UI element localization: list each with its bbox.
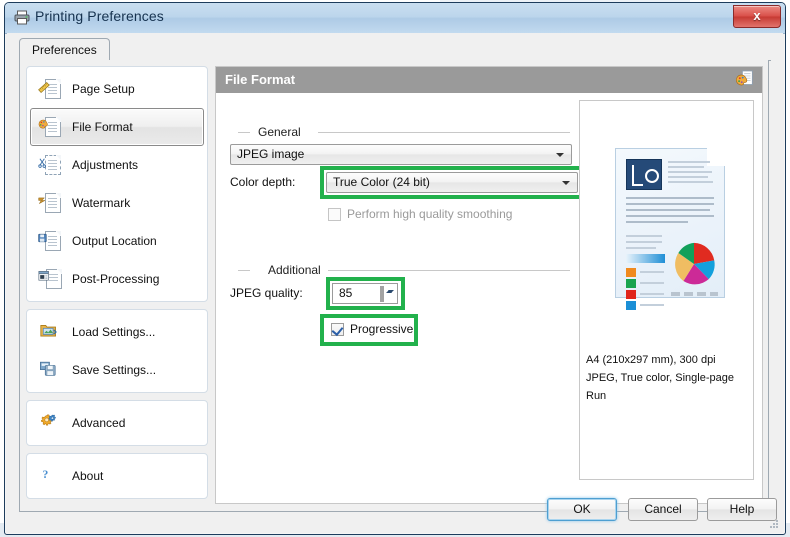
sidebar-item-load-settings[interactable]: Load Settings... (30, 313, 204, 351)
preview-meta-line: Run (586, 390, 607, 402)
printing-preferences-window: Printing Preferences x Preferences Page … (4, 2, 786, 535)
close-button[interactable]: x (733, 5, 781, 28)
preview-pie-chart (675, 242, 715, 285)
jpeg-quality-input[interactable]: 85 (332, 283, 398, 304)
color-depth-label: Color depth: (230, 175, 296, 189)
save-settings-icon (39, 359, 61, 381)
check-icon (331, 323, 344, 336)
help-button[interactable]: Help (707, 498, 777, 521)
window-client-area: Preferences Page Setup File Format Adjus… (7, 33, 783, 532)
ok-button[interactable]: OK (547, 498, 617, 521)
resize-grip[interactable] (768, 518, 780, 530)
sidebar: Page Setup File Format Adjustments Water… (26, 66, 208, 504)
sidebar-item-label: Load Settings... (72, 325, 156, 339)
stepper-down-button[interactable] (382, 286, 394, 302)
sidebar-item-post-processing[interactable]: Post-Processing (30, 260, 204, 298)
additional-group-caption: Additional (262, 263, 327, 277)
dialog-footer: OK Cancel Help (7, 480, 783, 532)
window-title: Printing Preferences (35, 8, 164, 24)
window-titlebar[interactable]: Printing Preferences x (5, 3, 785, 34)
sidebar-item-save-settings[interactable]: Save Settings... (30, 351, 204, 389)
sidebar-item-label: Watermark (72, 196, 131, 210)
checkbox-label: Perform high quality smoothing (347, 207, 513, 221)
file-format-icon (38, 116, 61, 138)
group-rule-left (238, 270, 250, 271)
watermark-icon (38, 192, 61, 214)
jpeg-quality-label: JPEG quality: (230, 286, 303, 300)
page-fold (707, 148, 725, 166)
panel-title: File Format (225, 72, 296, 87)
tab-strip: Preferences (19, 38, 771, 62)
sidebar-item-label: Output Location (72, 234, 157, 248)
sidebar-item-label: Post-Processing (72, 272, 160, 286)
perform-high-quality-smoothing-checkbox[interactable]: Perform high quality smoothing (328, 207, 512, 221)
chevron-down-icon (556, 153, 564, 157)
page-setup-icon (38, 78, 61, 100)
close-icon: x (753, 8, 761, 23)
sidebar-group-primary: Page Setup File Format Adjustments Water… (26, 66, 208, 302)
sidebar-item-output-location[interactable]: Output Location (30, 222, 204, 260)
group-rule-left (238, 132, 250, 133)
sidebar-item-advanced[interactable]: Advanced (30, 404, 204, 442)
adjustments-icon (38, 154, 61, 176)
checkbox-label: Progressive (350, 322, 414, 336)
preview-meta-line: JPEG, True color, Single-page (586, 372, 734, 384)
panel-header: File Format (216, 67, 762, 93)
document-logo (626, 159, 662, 190)
tab-preferences[interactable]: Preferences (19, 38, 110, 62)
post-processing-icon (38, 268, 62, 290)
group-rule-right (318, 132, 570, 133)
sidebar-item-watermark[interactable]: Watermark (30, 184, 204, 222)
output-location-icon (38, 230, 61, 252)
cancel-button[interactable]: Cancel (628, 498, 698, 521)
sidebar-item-file-format[interactable]: File Format (30, 108, 204, 146)
preview-meta-line: A4 (210x297 mm), 300 dpi (586, 354, 716, 366)
preview-metadata: A4 (210x297 mm), 300 dpi JPEG, True colo… (586, 351, 747, 405)
file-format-combobox-value: JPEG image (237, 147, 305, 161)
jpeg-quality-value: 85 (339, 286, 353, 300)
checkbox-box (328, 207, 341, 221)
preview-pane: A4 (210x297 mm), 300 dpi JPEG, True colo… (579, 100, 754, 480)
progressive-checkbox[interactable]: Progressive (331, 322, 413, 336)
file-format-icon (736, 70, 756, 90)
sidebar-item-label: File Format (72, 120, 133, 134)
sidebar-group-advanced: Advanced (26, 400, 208, 446)
chevron-down-icon (562, 181, 570, 185)
group-rule-right (328, 270, 570, 271)
sidebar-group-settings: Load Settings... Save Settings... (26, 309, 208, 393)
screen: Printing Preferences x Preferences Page … (0, 0, 790, 537)
panel-fields: General JPEG image Color depth: True Col… (216, 93, 762, 503)
load-settings-icon (39, 321, 61, 343)
sidebar-item-label: Advanced (72, 416, 126, 430)
general-group-caption: General (252, 125, 307, 139)
sidebar-item-label: Save Settings... (72, 363, 157, 377)
sidebar-item-label: Page Setup (72, 82, 135, 96)
sidebar-item-adjustments[interactable]: Adjustments (30, 146, 204, 184)
checkbox-box (331, 322, 344, 336)
sidebar-item-page-setup[interactable]: Page Setup (30, 70, 204, 108)
preview-document-thumbnail (615, 148, 725, 310)
file-format-panel: File Format General JPEG image Color dep… (215, 66, 763, 504)
file-format-combobox[interactable]: JPEG image (230, 144, 572, 165)
gear-icon (39, 412, 61, 434)
gradient-bar (626, 254, 665, 263)
tab-page-preferences: Page Setup File Format Adjustments Water… (19, 60, 769, 512)
sidebar-item-label: Adjustments (72, 158, 139, 172)
caret-down-icon (388, 290, 394, 293)
color-depth-combobox-value: True Color (24 bit) (333, 175, 430, 189)
color-depth-combobox[interactable]: True Color (24 bit) (326, 172, 578, 193)
jpeg-quality-stepper[interactable] (380, 285, 396, 304)
printer-icon (14, 10, 30, 25)
